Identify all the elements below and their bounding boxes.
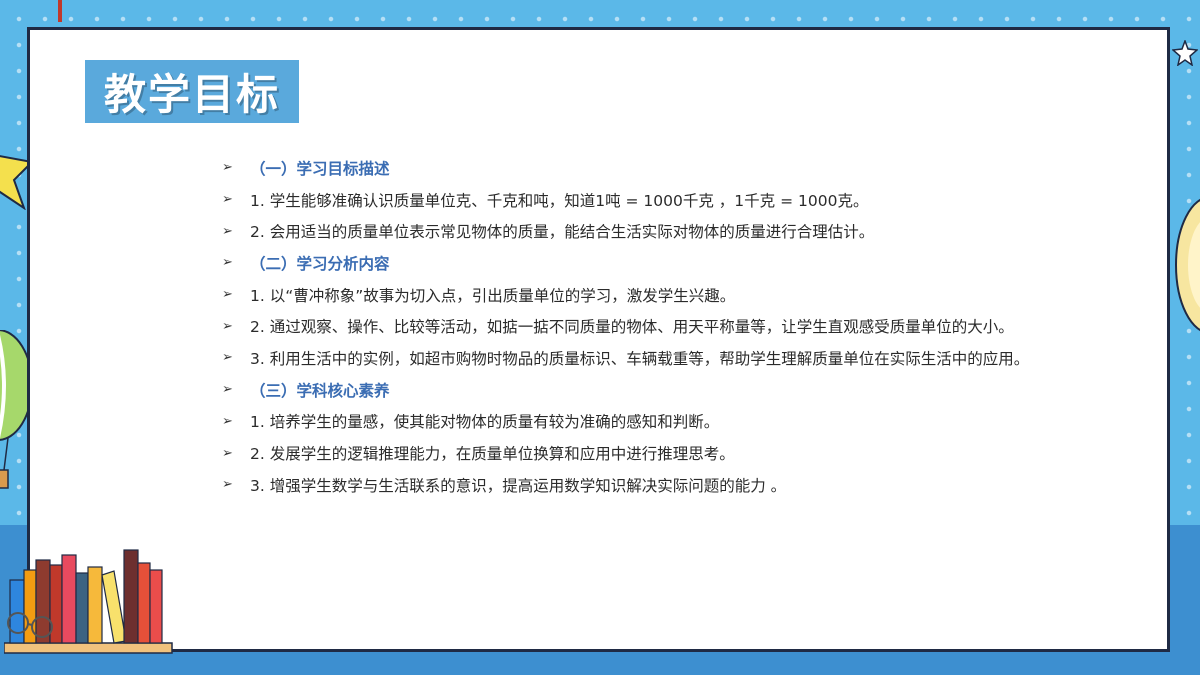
list-item-text: 2. 通过观察、操作、比较等活动，如掂一掂不同质量的物体、用天平称量等，让学生直… — [250, 318, 1014, 337]
list-item: ➢ 2. 通过观察、操作、比较等活动，如掂一掂不同质量的物体、用天平称量等，让学生… — [222, 310, 1152, 342]
books-illustration-icon — [4, 549, 173, 654]
small-star-icon — [1172, 40, 1198, 66]
section-heading-text: （三）学科核心素养 — [250, 381, 390, 400]
list-item: ➢ 3. 利用生活中的实例，如超市购物时物品的质量标识、车辆载重等，帮助学生理解质… — [222, 342, 1152, 374]
list-item-text: 3. 增强学生数学与生活联系的意识，提高运用数学知识解决实际问题的能力 。 — [250, 476, 787, 495]
list-item-text: 1. 以“曹冲称象”故事为切入点，引出质量单位的学习，激发学生兴趣。 — [250, 286, 736, 305]
section-heading: ➢ （一）学习目标描述 — [222, 152, 1152, 184]
arrow-bullet-icon: ➢ — [222, 223, 233, 239]
arrow-bullet-icon: ➢ — [222, 413, 233, 429]
list-item: ➢ 1. 培养学生的量感，使其能对物体的质量有较为准确的感知和判断。 — [222, 406, 1152, 438]
list-item-text: 3. 利用生活中的实例，如超市购物时物品的质量标识、车辆载重等，帮助学生理解质量… — [250, 349, 1030, 368]
arrow-bullet-icon: ➢ — [222, 255, 233, 271]
arrow-bullet-icon: ➢ — [222, 477, 233, 493]
arrow-bullet-icon: ➢ — [222, 350, 233, 366]
list-item-text: 2. 会用适当的质量单位表示常见物体的质量，能结合生活实际对物体的质量进行合理估… — [250, 223, 875, 242]
objectives-list: ➢ （一）学习目标描述 ➢ 1. 学生能够准确认识质量单位克、千克和吨，知道1吨 = … — [222, 152, 1152, 501]
list-item: ➢ 1. 以“曹冲称象”故事为切入点，引出质量单位的学习，激发学生兴趣。 — [222, 279, 1152, 311]
section-heading: ➢ （二）学习分析内容 — [222, 247, 1152, 279]
top-decoration — [58, 0, 62, 22]
list-item: ➢ 2. 会用适当的质量单位表示常见物体的质量，能结合生活实际对物体的质量进行合理… — [222, 215, 1152, 247]
list-item-text: 2. 发展学生的逻辑推理能力，在质量单位换算和应用中进行推理思考。 — [250, 445, 735, 464]
list-item-text: 1. 学生能够准确认识质量单位克、千克和吨，知道1吨 = 1000千克 ，1千克… — [250, 191, 869, 210]
arrow-bullet-icon: ➢ — [222, 160, 233, 176]
content-card: 教学目标 ➢ （一）学习目标描述 ➢ 1. 学生能够准确认识质量单位克、千克和吨，知道… — [27, 27, 1170, 652]
planet-ring-decoration-icon — [1175, 198, 1200, 332]
arrow-bullet-icon: ➢ — [222, 192, 233, 208]
section-heading: ➢ （三）学科核心素养 — [222, 374, 1152, 406]
page-title: 教学目标 — [103, 70, 280, 119]
list-item: ➢ 2. 发展学生的逻辑推理能力，在质量单位换算和应用中进行推理思考。 — [222, 437, 1152, 469]
list-item-text: 1. 培养学生的量感，使其能对物体的质量有较为准确的感知和判断。 — [250, 413, 720, 432]
list-item: ➢ 1. 学生能够准确认识质量单位克、千克和吨，知道1吨 = 1000千克 ，1千… — [222, 184, 1152, 216]
arrow-bullet-icon: ➢ — [222, 382, 233, 398]
arrow-bullet-icon: ➢ — [222, 445, 233, 461]
list-item: ➢ 3. 增强学生数学与生活联系的意识，提高运用数学知识解决实际问题的能力 。 — [222, 469, 1152, 501]
section-heading-text: （二）学习分析内容 — [250, 254, 390, 273]
arrow-bullet-icon: ➢ — [222, 287, 233, 303]
arrow-bullet-icon: ➢ — [222, 318, 233, 334]
section-heading-text: （一）学习目标描述 — [250, 159, 390, 178]
title-box: 教学目标 — [85, 60, 299, 123]
